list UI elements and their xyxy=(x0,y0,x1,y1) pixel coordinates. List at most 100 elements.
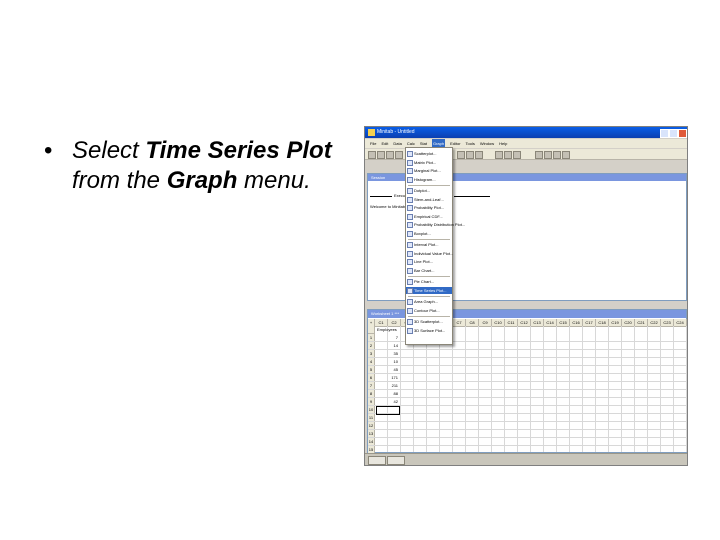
graph-menu-item-scatterplot[interactable]: Scatterplot... xyxy=(406,150,452,157)
data-cell[interactable]: 35 xyxy=(376,350,398,357)
graph-menu-item-label: Empirical CDF... xyxy=(414,213,443,219)
graph-menu-item-label: Probability Plot... xyxy=(414,205,445,210)
graph-type-icon xyxy=(407,307,413,314)
graph-menu-item-label: Bar Chart... xyxy=(414,267,435,273)
graph-type-icon xyxy=(407,151,413,157)
new-file-icon[interactable] xyxy=(368,151,376,159)
toolbar-icon-d[interactable] xyxy=(495,151,503,159)
close-button[interactable] xyxy=(678,129,687,138)
worksheet-title: Worksheet 1 *** xyxy=(371,311,400,316)
toolbar-icon-i[interactable] xyxy=(553,151,561,159)
open-file-icon[interactable] xyxy=(377,151,385,159)
graph-type-icon xyxy=(407,230,413,237)
graph-menu-item-3d-scatterplot[interactable]: 3D Scatterplot... xyxy=(406,318,452,325)
menu-window[interactable]: Window xyxy=(480,139,494,148)
row-number[interactable]: 10 xyxy=(368,406,375,413)
toolbar-icon-a[interactable] xyxy=(457,151,465,159)
graph-menu-item-marginal-plot[interactable]: Marginal Plot... xyxy=(406,167,452,174)
data-cell[interactable] xyxy=(376,422,398,429)
graph-menu-item-interval-plot[interactable]: Interval Plot... xyxy=(406,241,452,248)
row-number[interactable]: 6 xyxy=(368,374,375,381)
row-number[interactable]: 11 xyxy=(368,414,375,421)
toolbar-icon-h[interactable] xyxy=(544,151,552,159)
graph-menu-item-dotplot[interactable]: Dotplot... xyxy=(406,187,452,194)
graph-type-icon xyxy=(407,188,413,194)
menu-tools[interactable]: Tools xyxy=(466,139,475,148)
toolbar-icon-c[interactable] xyxy=(475,151,483,159)
row-number[interactable]: 3 xyxy=(368,350,375,357)
graph-menu-item-histogram[interactable]: Histogram... xyxy=(406,176,452,183)
minimize-button[interactable] xyxy=(660,129,669,138)
data-cell[interactable] xyxy=(376,430,398,437)
graph-menu-item-pie-chart[interactable]: Pie Chart... xyxy=(406,278,452,285)
graph-menu-item-contour-plot[interactable]: Contour Plot... xyxy=(406,307,452,314)
minimized-window-2[interactable] xyxy=(387,456,405,465)
graph-menu-item-3d-surface-plot[interactable]: 3D Surface Plot... xyxy=(406,327,452,334)
graph-menu-item-label: Scatterplot... xyxy=(414,151,437,156)
data-cell[interactable] xyxy=(376,446,398,453)
row-number[interactable]: 13 xyxy=(368,430,375,437)
graph-menu-item-matrix-plot[interactable]: Matrix Plot... xyxy=(406,159,452,166)
graph-menu-item-individual-value-plot[interactable]: Individual Value Plot... xyxy=(406,250,453,257)
menu-separator xyxy=(408,316,450,317)
graph-menu-item-label: Pie Chart... xyxy=(414,279,435,284)
row-number[interactable]: 7 xyxy=(368,382,375,389)
graph-menu-item-probability-plot[interactable]: Probability Plot... xyxy=(406,204,452,211)
data-cell[interactable]: 171 xyxy=(376,374,398,381)
menu-help[interactable]: Help xyxy=(499,139,507,148)
grid-line xyxy=(686,326,687,452)
save-icon[interactable] xyxy=(386,151,394,159)
graph-menu-item-probability-distribution-plot[interactable]: Probability Distribution Plot... xyxy=(406,221,465,228)
graph-menu-label: Graph xyxy=(166,167,238,194)
data-cell[interactable]: 10 xyxy=(376,358,398,365)
data-cell[interactable]: 42 xyxy=(376,398,398,405)
app-title: Minitab - Untitled xyxy=(377,129,415,135)
maximize-button[interactable] xyxy=(669,129,678,138)
toolbar-icon-j[interactable] xyxy=(562,151,570,159)
graph-menu-item-time-series-plot[interactable]: Time Series Plot... xyxy=(406,286,452,294)
row-number[interactable]: 15 xyxy=(368,446,375,453)
row-number[interactable]: 12 xyxy=(368,422,375,429)
row-number[interactable]: 14 xyxy=(368,438,375,445)
table-row: 9 42 xyxy=(368,398,686,406)
graph-menu-item-label: Boxplot... xyxy=(414,230,431,236)
graph-menu-item-label: Dotplot... xyxy=(414,188,431,193)
graph-menu-item-boxplot[interactable]: Boxplot... xyxy=(406,230,452,237)
menu-file[interactable]: File xyxy=(370,139,376,148)
toolbar-icon-b[interactable] xyxy=(466,151,474,159)
row-number[interactable]: 5 xyxy=(368,366,375,373)
data-cell[interactable]: 211 xyxy=(376,382,398,389)
table-row: 5 45 xyxy=(368,366,686,374)
data-cell[interactable]: 88 xyxy=(376,390,398,397)
row-number[interactable]: 1 xyxy=(368,334,375,341)
row-number[interactable]: 9 xyxy=(368,398,375,405)
table-row: 14 xyxy=(368,438,686,446)
graph-menu-item-stem-and-leaf[interactable]: Stem-and-Leaf... xyxy=(406,196,452,203)
table-row: 11 xyxy=(368,414,686,422)
graph-menu-item-label: Time Series Plot... xyxy=(414,287,447,293)
toolbar-icon-f[interactable] xyxy=(513,151,521,159)
menu-edit[interactable]: Edit xyxy=(381,139,388,148)
print-icon[interactable] xyxy=(395,151,403,159)
app-icon xyxy=(368,129,375,136)
row-number[interactable]: 4 xyxy=(368,358,375,365)
graph-type-icon xyxy=(407,196,413,203)
toolbar-icon-e[interactable] xyxy=(504,151,512,159)
data-cell[interactable]: 14 xyxy=(376,342,398,349)
data-cell[interactable]: 45 xyxy=(376,366,398,373)
column-name-c1[interactable]: Employees xyxy=(377,327,397,332)
graph-menu-item-label: Matrix Plot... xyxy=(414,159,437,165)
menu-data[interactable]: Data xyxy=(393,139,401,148)
graph-menu-item-line-plot[interactable]: Line Plot... xyxy=(406,258,452,265)
data-cell[interactable] xyxy=(376,438,398,445)
data-cell[interactable]: 7 xyxy=(376,334,398,341)
row-number[interactable]: 2 xyxy=(368,342,375,349)
graph-menu-item-area-graph[interactable]: Area Graph... xyxy=(406,298,452,305)
graph-menu-item-empirical-cdf[interactable]: Empirical CDF... xyxy=(406,213,452,220)
graph-menu-item-bar-chart[interactable]: Bar Chart... xyxy=(406,267,452,274)
minimized-window-1[interactable] xyxy=(368,456,386,465)
data-cell[interactable] xyxy=(376,414,398,421)
graph-type-icon xyxy=(407,287,413,294)
row-number[interactable]: 8 xyxy=(368,390,375,397)
toolbar-icon-g[interactable] xyxy=(535,151,543,159)
